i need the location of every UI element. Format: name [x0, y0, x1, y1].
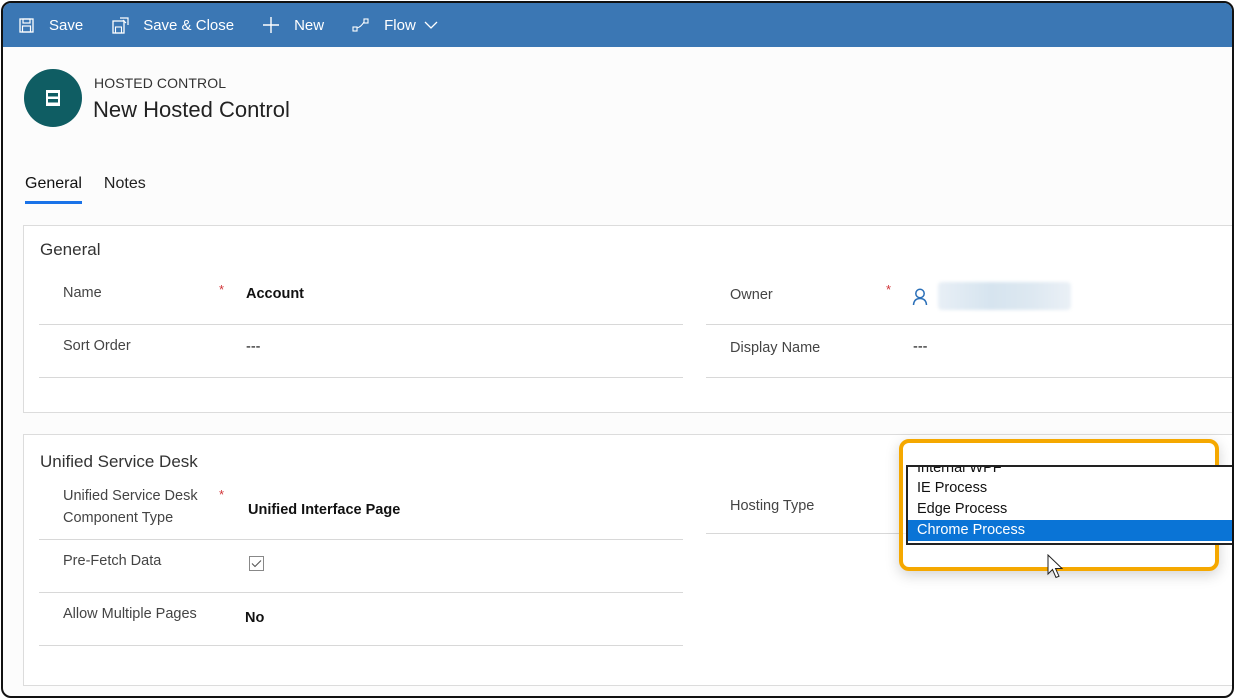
- display-name-input[interactable]: ---: [913, 339, 928, 355]
- field-display-name: Display Name ---: [706, 325, 1232, 378]
- save-icon: [17, 16, 35, 34]
- form-tabs: General Notes: [25, 175, 168, 204]
- save-button[interactable]: Save: [17, 16, 83, 34]
- field-label: Pre-Fetch Data: [63, 553, 162, 569]
- tab-notes[interactable]: Notes: [104, 175, 146, 204]
- field-label: Name: [63, 285, 102, 301]
- person-icon: [912, 288, 928, 311]
- required-indicator: *: [219, 487, 225, 502]
- entity-type-label: HOSTED CONTROL: [94, 75, 227, 91]
- field-component-type: Unified Service Desk Component Type * Un…: [39, 483, 683, 540]
- hosting-type-dropdown-list[interactable]: Internal WPF IE Process Edge Process Chr…: [906, 465, 1232, 545]
- field-owner: Owner *: [706, 272, 1232, 325]
- field-label: Unified Service Desk Component Type: [63, 485, 198, 529]
- name-input[interactable]: Account: [246, 286, 304, 302]
- plus-icon: [262, 16, 280, 34]
- field-label: Sort Order: [63, 338, 131, 354]
- owner-lookup-value[interactable]: [938, 282, 1071, 310]
- field-label: Hosting Type: [730, 498, 815, 514]
- component-type-select[interactable]: Unified Interface Page: [248, 502, 400, 518]
- mouse-pointer-icon: [1047, 553, 1064, 585]
- tab-general[interactable]: General: [25, 175, 82, 204]
- flow-icon: [352, 16, 370, 34]
- save-close-label: Save & Close: [143, 16, 235, 34]
- save-and-close-button[interactable]: Save & Close: [111, 16, 234, 34]
- prefetch-checkbox[interactable]: [249, 556, 264, 571]
- command-bar: Save Save & Close New Flow: [3, 3, 1232, 47]
- sort-order-input[interactable]: ---: [246, 339, 261, 355]
- field-prefetch-data: Pre-Fetch Data: [39, 540, 683, 593]
- flow-button[interactable]: Flow: [352, 16, 438, 34]
- field-label-line2: Component Type: [63, 510, 174, 526]
- field-label: Allow Multiple Pages: [63, 606, 197, 622]
- field-name: Name * Account: [39, 272, 683, 325]
- field-sort-order: Sort Order ---: [39, 325, 683, 378]
- field-label-line1: Unified Service Desk: [63, 488, 198, 504]
- checkmark-icon: [251, 560, 262, 568]
- option-internal-wpf[interactable]: Internal WPF: [908, 467, 1232, 479]
- new-button[interactable]: New: [262, 16, 324, 34]
- required-indicator: *: [219, 282, 225, 297]
- field-label: Display Name: [730, 340, 821, 356]
- field-allow-multiple-pages: Allow Multiple Pages No: [39, 593, 683, 646]
- flow-label: Flow: [384, 16, 416, 34]
- option-ie-process[interactable]: IE Process: [908, 478, 1232, 499]
- section-general: General Name * Account Sort Order --- Ow…: [23, 225, 1232, 413]
- field-label: Owner: [730, 287, 773, 303]
- hosted-control-icon: [24, 69, 82, 127]
- chevron-down-icon: [424, 21, 438, 30]
- save-close-icon: [111, 16, 129, 34]
- allow-multiple-pages-toggle[interactable]: No: [245, 610, 264, 626]
- save-label: Save: [49, 16, 84, 34]
- new-label: New: [294, 16, 325, 34]
- record-title: New Hosted Control: [93, 97, 290, 122]
- section-title: General: [40, 240, 101, 259]
- app-window: Save Save & Close New Flow HOSTED CONTRO…: [1, 1, 1234, 698]
- section-title: Unified Service Desk: [40, 452, 198, 471]
- required-indicator: *: [886, 282, 892, 297]
- option-chrome-process[interactable]: Chrome Process: [908, 520, 1232, 541]
- option-edge-process[interactable]: Edge Process: [908, 499, 1232, 520]
